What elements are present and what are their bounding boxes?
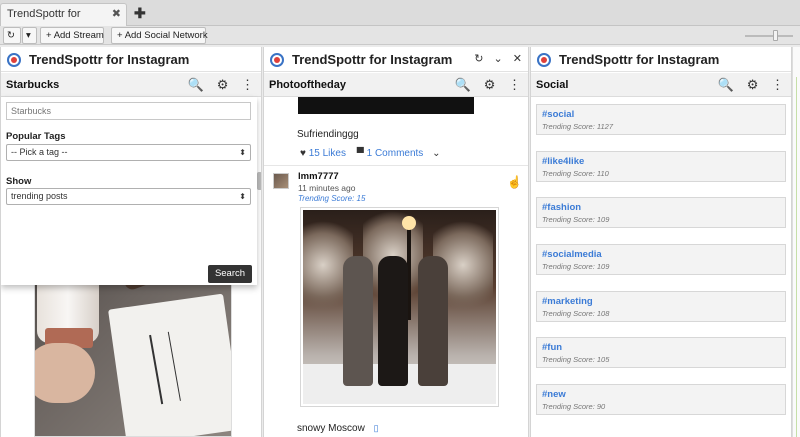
plus-icon: + — [46, 30, 52, 41]
zoom-slider-handle[interactable] — [773, 30, 778, 41]
tag-name[interactable]: #like4like — [542, 156, 584, 167]
post-caption-text: snowy Moscow — [297, 423, 365, 434]
stream-column-photooftheday: TrendSpottr for Instagram ↻ ⌄ ✕ Photooft… — [263, 47, 529, 437]
column-header: TrendSpottr for Instagram ↻ ⌄ ✕ — [264, 47, 528, 72]
tag-score: Trending Score: 90 — [542, 402, 606, 411]
divider — [264, 165, 528, 166]
post-image[interactable] — [300, 207, 499, 407]
more-icon[interactable]: ⋮ — [508, 77, 521, 92]
post-timestamp: 11 minutes ago — [298, 183, 356, 193]
toolbar: ↻ ▾ + Add Stream + Add Social Network — [0, 26, 800, 45]
tag-name[interactable]: #fashion — [542, 202, 581, 213]
refresh-icon: ↻ — [7, 30, 15, 41]
add-stream-label: Add Stream — [53, 30, 104, 41]
dropdown-button[interactable]: ▾ — [22, 27, 37, 44]
external-link-icon[interactable]: ▯ — [374, 423, 379, 433]
likes-link[interactable]: 15 Likes — [309, 148, 346, 159]
chevron-down-icon[interactable]: ⌄ — [432, 148, 440, 159]
trending-score: Trending Score: 15 — [298, 194, 366, 203]
popular-tags-label: Popular Tags — [6, 131, 66, 142]
column-header: TrendSpottr for Instagram — [1, 47, 261, 72]
post-stats: ♥ 15 Likes ▀ 1 Comments ⌄ — [300, 148, 440, 159]
trending-tag-card[interactable]: #fun Trending Score: 105 — [536, 337, 786, 368]
tag-score: Trending Score: 110 — [542, 169, 609, 178]
tag-name[interactable]: #social — [542, 109, 574, 120]
tag-name[interactable]: #socialmedia — [542, 249, 602, 260]
column-header: TrendSpottr for Instagram — [531, 47, 791, 72]
show-select-value: trending posts — [11, 191, 68, 201]
trendspottr-logo-icon — [7, 53, 21, 67]
tag-score: Trending Score: 109 — [542, 262, 610, 271]
search-icon[interactable]: 🔍 — [718, 77, 734, 92]
gear-icon[interactable]: ⚙ — [747, 77, 759, 92]
add-tab-icon[interactable]: ✚ — [134, 5, 146, 22]
stream-subheader: Starbucks 🔍 ⚙ ⋮ — [1, 73, 261, 97]
trending-tag-card[interactable]: #new Trending Score: 90 — [536, 384, 786, 415]
hand-pointer-icon[interactable]: ☝ — [507, 175, 522, 189]
trending-tag-card[interactable]: #social Trending Score: 1127 — [536, 104, 786, 135]
add-stream-button[interactable]: + Add Stream — [40, 27, 104, 44]
heart-icon[interactable]: ♥ — [300, 148, 306, 159]
stream-subheader: Social 🔍 ⚙ ⋮ — [531, 73, 791, 97]
more-icon[interactable]: ⋮ — [771, 77, 784, 92]
tag-select-value: -- Pick a tag -- — [11, 147, 68, 157]
more-icon[interactable]: ⋮ — [241, 77, 254, 92]
trending-tag-card[interactable]: #marketing Trending Score: 108 — [536, 291, 786, 322]
search-input[interactable] — [6, 102, 251, 120]
tab-bar: TrendSpottr for Instagram ✖ ✚ — [0, 0, 800, 41]
tag-select[interactable]: -- Pick a tag -- ⬍ — [6, 144, 251, 161]
stream-settings-panel: Popular Tags -- Pick a tag -- ⬍ Show tre… — [1, 97, 257, 285]
trendspottr-logo-icon — [270, 53, 284, 67]
stream-column-social: TrendSpottr for Instagram Social 🔍 ⚙ ⋮ #… — [530, 47, 792, 437]
add-social-network-label: Add Social Network — [124, 30, 208, 41]
stream-subheader: Photooftheday 🔍 ⚙ ⋮ — [264, 73, 528, 97]
tag-name[interactable]: #marketing — [542, 296, 593, 307]
tag-score: Trending Score: 108 — [542, 309, 610, 318]
post-username[interactable]: lmm7777 — [298, 171, 339, 182]
gear-icon[interactable]: ⚙ — [484, 77, 496, 92]
trending-tag-card[interactable]: #like4like Trending Score: 110 — [536, 151, 786, 182]
stream-column-starbucks: TrendSpottr for Instagram Starbucks 🔍 ⚙ … — [0, 47, 262, 437]
chevron-down-icon: ▾ — [26, 30, 31, 41]
next-column-edge — [792, 47, 800, 437]
show-label: Show — [6, 176, 32, 187]
column-brand-title: TrendSpottr for Instagram — [292, 52, 453, 67]
tag-name[interactable]: #new — [542, 389, 566, 400]
search-icon[interactable]: 🔍 — [188, 77, 204, 92]
column-brand-title: TrendSpottr for Instagram — [559, 52, 720, 67]
comments-link[interactable]: 1 Comments — [367, 148, 424, 159]
stream-title: Social — [536, 79, 569, 91]
plus-icon: + — [117, 30, 123, 41]
tag-name[interactable]: #fun — [542, 342, 562, 353]
show-select[interactable]: trending posts ⬍ — [6, 188, 251, 205]
avatar[interactable] — [273, 173, 289, 189]
tag-score: Trending Score: 109 — [542, 215, 610, 224]
stream-title: Photooftheday — [269, 79, 346, 91]
trending-tag-card[interactable]: #fashion Trending Score: 109 — [536, 197, 786, 228]
trendspottr-logo-icon — [537, 53, 551, 67]
comment-icon[interactable]: ▀ — [357, 148, 364, 159]
post-caption: Sufriendinggg — [297, 129, 359, 140]
close-icon[interactable]: ✖ — [112, 4, 121, 25]
refresh-icon[interactable]: ↻ — [474, 53, 483, 65]
post-image[interactable] — [298, 97, 474, 114]
tag-score: Trending Score: 105 — [542, 355, 610, 364]
chevron-updown-icon: ⬍ — [239, 148, 246, 157]
search-button[interactable]: Search — [208, 265, 252, 283]
close-icon[interactable]: ✕ — [513, 53, 522, 65]
add-social-network-button[interactable]: + Add Social Network — [111, 27, 208, 44]
post-caption: snowy Moscow ▯ — [297, 423, 379, 434]
zoom-slider-track[interactable] — [745, 35, 793, 37]
chevron-down-icon[interactable]: ⌄ — [494, 53, 503, 65]
gear-icon[interactable]: ⚙ — [217, 77, 229, 92]
search-icon[interactable]: 🔍 — [455, 77, 471, 92]
scrollbar-thumb[interactable] — [257, 172, 261, 190]
chevron-updown-icon: ⬍ — [239, 192, 246, 201]
stream-title: Starbucks — [6, 79, 60, 91]
refresh-button[interactable]: ↻ — [3, 27, 21, 44]
trending-tag-card[interactable]: #socialmedia Trending Score: 109 — [536, 244, 786, 275]
tag-score: Trending Score: 1127 — [542, 122, 614, 131]
tab-trendspottr[interactable]: TrendSpottr for Instagram ✖ — [0, 3, 127, 41]
column-brand-title: TrendSpottr for Instagram — [29, 52, 190, 67]
